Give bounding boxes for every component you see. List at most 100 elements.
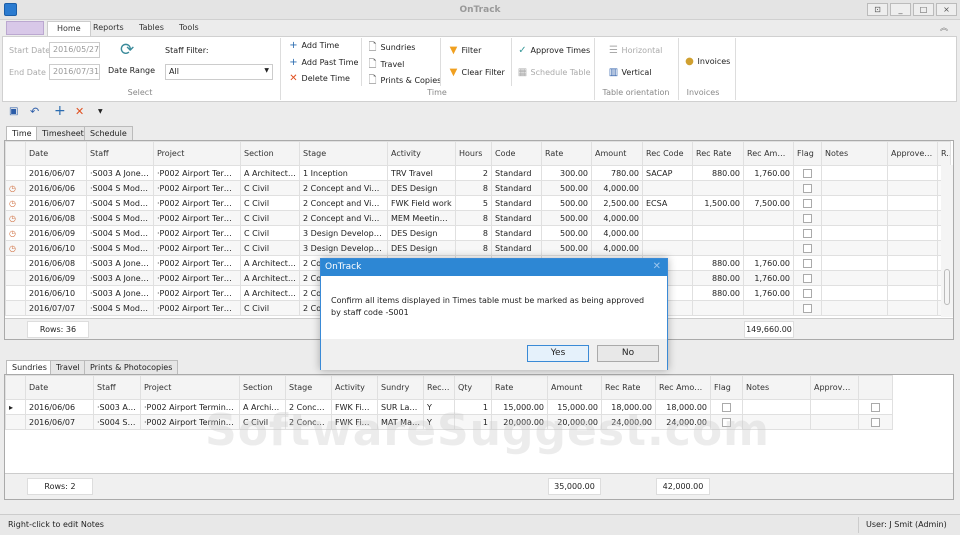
horizontal-button[interactable]: ☰ Horizontal — [608, 45, 662, 56]
column-header[interactable]: Date — [25, 141, 87, 166]
tab-prints-photocopies[interactable]: Prints & Photocopies — [84, 360, 179, 374]
column-header[interactable]: Re — [937, 141, 951, 166]
column-header[interactable]: Staff — [93, 375, 141, 400]
column-header[interactable]: Amount — [591, 141, 643, 166]
add-past-time-button[interactable]: + Add Past Time — [288, 57, 358, 68]
date-range-button[interactable]: Date Range — [108, 66, 155, 75]
dialog-close-icon[interactable]: ✕ — [653, 261, 661, 272]
table-row[interactable]: ◷ 2016/06/06 ·S004 S Modis... ·P002 Airport… — [5, 180, 951, 196]
staff-filter-dropdown[interactable]: All ▼ — [165, 64, 273, 80]
column-header[interactable]: Stage — [299, 141, 388, 166]
maximize-button[interactable]: □ — [913, 3, 934, 16]
row-header[interactable] — [5, 255, 26, 271]
invoices-button[interactable]: ● Invoices — [684, 56, 730, 67]
vertical-scrollbar[interactable] — [941, 165, 953, 317]
start-date-input[interactable]: 2016/05/27 — [49, 42, 100, 58]
column-header[interactable]: Activity — [331, 375, 378, 400]
column-header[interactable]: Notes — [742, 375, 811, 400]
vertical-button[interactable]: ▥ Vertical — [608, 67, 652, 78]
column-header[interactable]: Rate — [491, 375, 548, 400]
column-header[interactable]: Approved By — [810, 375, 859, 400]
row-header[interactable] — [5, 300, 26, 316]
column-header[interactable]: Date — [25, 375, 94, 400]
flag-checkbox[interactable] — [803, 303, 812, 313]
row-header[interactable]: ◷ — [5, 210, 26, 226]
column-header[interactable]: Amount — [547, 375, 602, 400]
approve-times-button[interactable]: ✓ Approve Times — [517, 45, 590, 56]
row-header[interactable]: ◷ — [5, 225, 26, 241]
flag-checkbox[interactable] — [803, 273, 812, 283]
column-header[interactable]: Rec Amount — [655, 375, 711, 400]
column-header[interactable]: Section — [240, 141, 300, 166]
column-header[interactable]: Rate — [541, 141, 592, 166]
column-header[interactable]: Section — [239, 375, 286, 400]
delete-time-button[interactable]: ✕ Delete Time — [288, 73, 350, 84]
save-icon[interactable]: ▣ — [9, 106, 18, 117]
row-header[interactable]: ◷ — [5, 240, 26, 256]
column-header[interactable]: Code — [491, 141, 542, 166]
column-header[interactable]: Approved By — [887, 141, 938, 166]
tab-sundries[interactable]: Sundries — [6, 360, 53, 374]
restore-layout-button[interactable]: ⊡ — [867, 3, 888, 16]
tab-reports[interactable]: Reports — [84, 21, 133, 36]
row-header[interactable] — [5, 285, 26, 301]
flag-checkbox[interactable] — [871, 417, 880, 427]
flag-checkbox[interactable] — [803, 198, 812, 208]
no-button[interactable]: No — [597, 345, 659, 362]
tab-tables[interactable]: Tables — [130, 21, 173, 36]
flag-checkbox[interactable] — [803, 228, 812, 238]
travel-button[interactable]: 🗋 Travel — [367, 57, 404, 74]
column-header[interactable]: Qty — [454, 375, 492, 400]
column-header[interactable]: Flag — [710, 375, 743, 400]
flag-checkbox[interactable] — [871, 402, 880, 412]
flag-checkbox[interactable] — [803, 258, 812, 268]
column-header[interactable]: Notes — [821, 141, 888, 166]
scrollbar-thumb[interactable] — [944, 269, 950, 305]
row-header[interactable]: ▸ — [5, 399, 26, 415]
delete-icon[interactable]: ✕ — [75, 105, 84, 118]
filter-button[interactable]: ▼ Filter — [448, 45, 482, 56]
sundries-button[interactable]: 🗋 Sundries — [367, 40, 415, 57]
table-row[interactable]: ◷ 2016/06/10 ·S004 S Modis... ·P002 Airport… — [5, 240, 951, 256]
dropdown-arrow-icon[interactable]: ▼ — [98, 108, 103, 115]
column-header[interactable]: Sundry — [377, 375, 424, 400]
column-header[interactable]: Activity — [387, 141, 456, 166]
column-header[interactable]: Project — [153, 141, 241, 166]
flag-checkbox[interactable] — [803, 243, 812, 253]
tab-schedule[interactable]: Schedule — [84, 126, 133, 140]
add-time-button[interactable]: + Add Time — [288, 40, 339, 51]
close-button[interactable]: × — [936, 3, 957, 16]
column-header[interactable]: Rec Rate — [601, 375, 656, 400]
row-header[interactable] — [5, 270, 26, 286]
column-header[interactable]: Project — [140, 375, 240, 400]
flag-checkbox[interactable] — [803, 288, 812, 298]
column-header[interactable]: Rec Amount — [743, 141, 794, 166]
column-header[interactable]: Rec Rate — [692, 141, 744, 166]
row-header[interactable]: ◷ — [5, 180, 26, 196]
add-icon[interactable]: + — [54, 103, 66, 119]
flag-checkbox[interactable] — [803, 183, 812, 193]
tab-travel[interactable]: Travel — [50, 360, 86, 374]
column-header[interactable]: Hours — [455, 141, 492, 166]
flag-checkbox[interactable] — [803, 213, 812, 223]
end-date-input[interactable]: 2016/07/31 — [49, 64, 100, 80]
tab-tools[interactable]: Tools — [170, 21, 208, 36]
table-row[interactable]: ◷ 2016/06/07 ·S004 S Modis... ·P002 Airport… — [5, 195, 951, 211]
yes-button[interactable]: Yes — [527, 345, 589, 362]
column-header[interactable] — [858, 375, 893, 400]
table-row[interactable]: 2016/06/07 ·S003 A Jones ... ·P002 Airport… — [5, 165, 951, 181]
undo-icon[interactable]: ↶ — [30, 105, 39, 118]
row-header[interactable]: ◷ — [5, 195, 26, 211]
table-row[interactable]: ◷ 2016/06/08 ·S004 S Modis... ·P002 Airport… — [5, 210, 951, 226]
column-header[interactable]: Rec YN — [423, 375, 455, 400]
tab-time[interactable]: Time — [6, 126, 38, 140]
clear-filter-button[interactable]: ▼ Clear Filter — [448, 67, 505, 78]
column-header[interactable]: Flag — [793, 141, 822, 166]
row-header[interactable] — [5, 414, 26, 430]
app-menu-button[interactable] — [6, 21, 44, 35]
column-header[interactable]: Rec Code — [642, 141, 693, 166]
table-row[interactable]: ◷ 2016/06/09 ·S004 S Modis... ·P002 Airport… — [5, 225, 951, 241]
schedule-table-button[interactable]: ▦ Schedule Table — [517, 67, 591, 78]
collapse-ribbon-icon[interactable]: ︽ — [940, 22, 948, 33]
minimize-button[interactable]: _ — [890, 3, 911, 16]
